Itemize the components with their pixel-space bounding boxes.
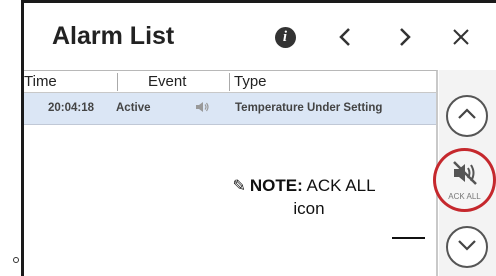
chevron-left-icon[interactable] <box>330 22 360 52</box>
note-label: NOTE: <box>249 176 303 195</box>
alarm-table: Time Event Type 20:04:18 Active Temperat… <box>24 70 438 276</box>
speaker-icon <box>194 99 210 118</box>
note-text-line1: ACK ALL <box>306 176 376 195</box>
ack-all-button[interactable]: ACK ALL <box>433 148 496 212</box>
info-icon[interactable]: i <box>270 22 300 52</box>
column-header-time[interactable]: Time <box>24 73 57 90</box>
chevron-right-icon[interactable] <box>390 22 420 52</box>
column-header-event[interactable]: Event <box>148 73 186 90</box>
ack-all-label: ACK ALL <box>448 191 481 201</box>
note-callout: ✎ NOTE: ACK ALL icon <box>194 176 414 219</box>
chevron-down-icon <box>457 238 477 257</box>
table-header: Time Event Type <box>24 71 436 93</box>
note-text-line2: icon <box>293 199 325 218</box>
row-event: Active <box>116 102 151 114</box>
callout-leader-line <box>392 237 425 239</box>
row-type: Temperature Under Setting <box>235 102 383 114</box>
mute-speaker-icon <box>451 160 479 191</box>
stray-mark <box>13 257 19 263</box>
chevron-up-icon <box>457 107 477 126</box>
row-time: 20:04:18 <box>48 102 95 114</box>
page-title: Alarm List <box>52 22 175 50</box>
scroll-down-button[interactable] <box>446 226 488 268</box>
scroll-up-button[interactable] <box>446 95 488 137</box>
close-icon[interactable] <box>446 22 476 52</box>
table-row[interactable]: 20:04:18 Active Temperature Under Settin… <box>24 93 436 125</box>
column-header-type[interactable]: Type <box>234 73 267 90</box>
pencil-icon: ✎ <box>232 178 246 195</box>
